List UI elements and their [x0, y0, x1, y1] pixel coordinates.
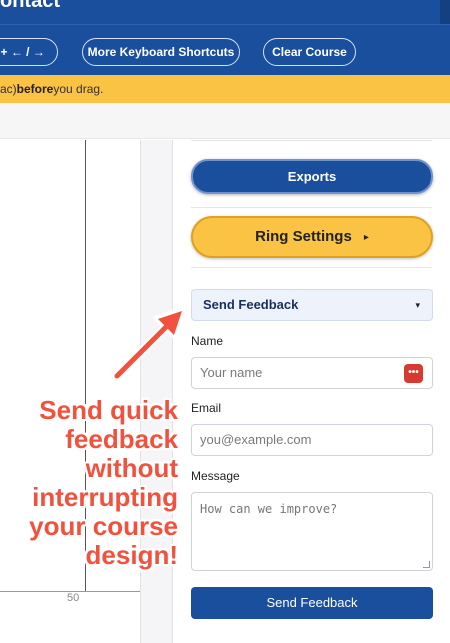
divider	[191, 207, 432, 208]
axis-tick-label: 50	[67, 592, 80, 604]
more-keyboard-shortcuts-button[interactable]: More Keyboard Shortcuts	[82, 38, 240, 66]
navigate-shortcut-button[interactable]: t + ← / →	[0, 38, 58, 66]
resize-grip-icon[interactable]	[423, 561, 430, 568]
email-placeholder: you@example.com	[200, 432, 312, 447]
header-corner	[440, 0, 450, 24]
chevron-down-icon: ▾	[415, 300, 420, 310]
clear-course-button[interactable]: Clear Course	[263, 38, 356, 66]
app-header: ontact	[0, 0, 450, 24]
message-label: Message	[191, 469, 240, 483]
message-textarea[interactable]: How can we improve?	[191, 492, 433, 571]
toolbar: t + ← / → More Keyboard Shortcuts Clear …	[0, 24, 450, 75]
sub-toolbar	[0, 103, 450, 139]
warning-prefix: ac)	[0, 82, 17, 96]
exports-button[interactable]: Exports	[191, 159, 433, 194]
ring-settings-label: Ring Settings	[255, 228, 352, 245]
ring-settings-button[interactable]: Ring Settings ▸	[191, 216, 433, 258]
email-label: Email	[191, 401, 222, 415]
password-manager-icon[interactable]: •••	[404, 364, 423, 383]
name-label: Name	[191, 334, 224, 348]
email-input[interactable]: you@example.com	[191, 424, 433, 456]
annotation-callout: Send quick feedback without interrupting…	[29, 395, 178, 570]
chevron-right-icon: ▸	[363, 232, 369, 243]
send-feedback-toggle[interactable]: Send Feedback ▾	[191, 289, 433, 321]
warning-suffix: you drag.	[53, 82, 104, 96]
warning-banner: ac)beforeyou drag.	[0, 75, 450, 103]
name-input[interactable]: Your name •••	[191, 357, 433, 389]
warning-bold: before	[16, 82, 54, 96]
page-title: ontact	[0, 0, 60, 12]
send-feedback-toggle-label: Send Feedback	[203, 297, 299, 312]
divider	[191, 267, 432, 268]
send-feedback-button[interactable]: Send Feedback	[191, 587, 433, 619]
message-placeholder: How can we improve?	[200, 502, 338, 516]
divider	[191, 140, 432, 141]
name-placeholder: Your name	[200, 365, 263, 380]
